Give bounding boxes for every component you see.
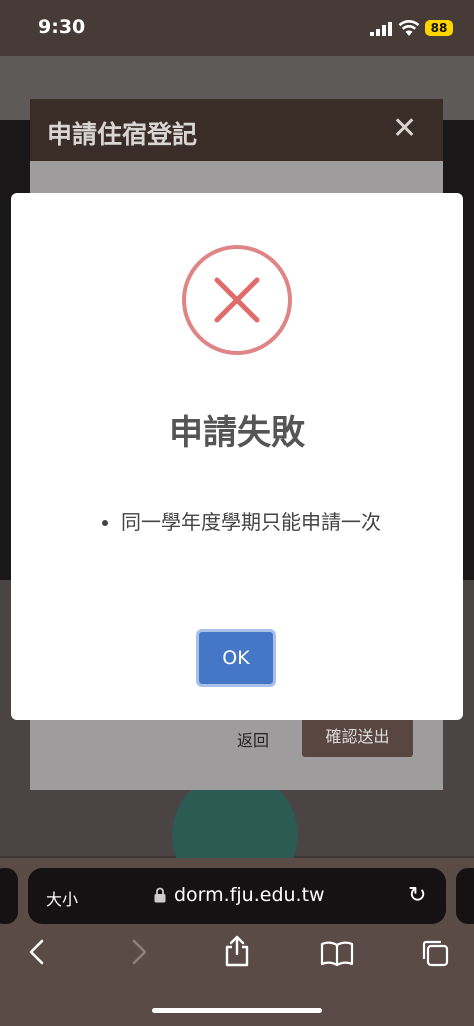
cellular-signal-icon bbox=[370, 22, 392, 36]
forward-arrow-icon[interactable] bbox=[128, 938, 150, 966]
registration-dialog-header: 申請住宿登記 ✕ bbox=[30, 99, 443, 161]
share-icon[interactable] bbox=[222, 934, 252, 968]
ok-button[interactable]: OK bbox=[196, 629, 276, 687]
home-indicator bbox=[152, 1008, 322, 1013]
previous-tab-preview[interactable] bbox=[0, 868, 18, 924]
back-button[interactable]: 返回 bbox=[237, 727, 269, 751]
address-bar[interactable]: 大小 dorm.fju.edu.tw ↻ bbox=[28, 868, 446, 924]
back-arrow-icon[interactable] bbox=[26, 938, 48, 966]
close-icon[interactable]: ✕ bbox=[392, 111, 417, 146]
alert-title: 申請失敗 bbox=[169, 413, 305, 453]
status-time: 9:30 bbox=[38, 16, 86, 38]
reload-icon[interactable]: ↻ bbox=[408, 883, 426, 908]
alert-message: 同一學年度學期只能申請一次 bbox=[121, 505, 441, 539]
alert-message-list: 同一學年度學期只能申請一次 bbox=[95, 505, 441, 539]
next-tab-preview[interactable] bbox=[456, 868, 474, 924]
error-alert-modal: 申請失敗 同一學年度學期只能申請一次 OK bbox=[11, 193, 463, 720]
status-bar: 9:30 88 bbox=[0, 0, 474, 56]
url-text: dorm.fju.edu.tw bbox=[174, 884, 325, 906]
tabs-icon[interactable] bbox=[420, 938, 450, 968]
error-x-icon bbox=[182, 245, 292, 355]
confirm-submit-button[interactable]: 確認送出 bbox=[302, 717, 413, 757]
bookmarks-icon[interactable] bbox=[320, 940, 354, 966]
registration-dialog-title: 申請住宿登記 bbox=[47, 120, 198, 149]
lock-icon bbox=[154, 887, 166, 903]
battery-indicator: 88 bbox=[425, 20, 453, 36]
browser-toolbar: 大小 dorm.fju.edu.tw ↻ bbox=[0, 858, 474, 1026]
wifi-icon bbox=[398, 20, 420, 36]
text-size-button[interactable]: 大小 bbox=[46, 886, 78, 910]
